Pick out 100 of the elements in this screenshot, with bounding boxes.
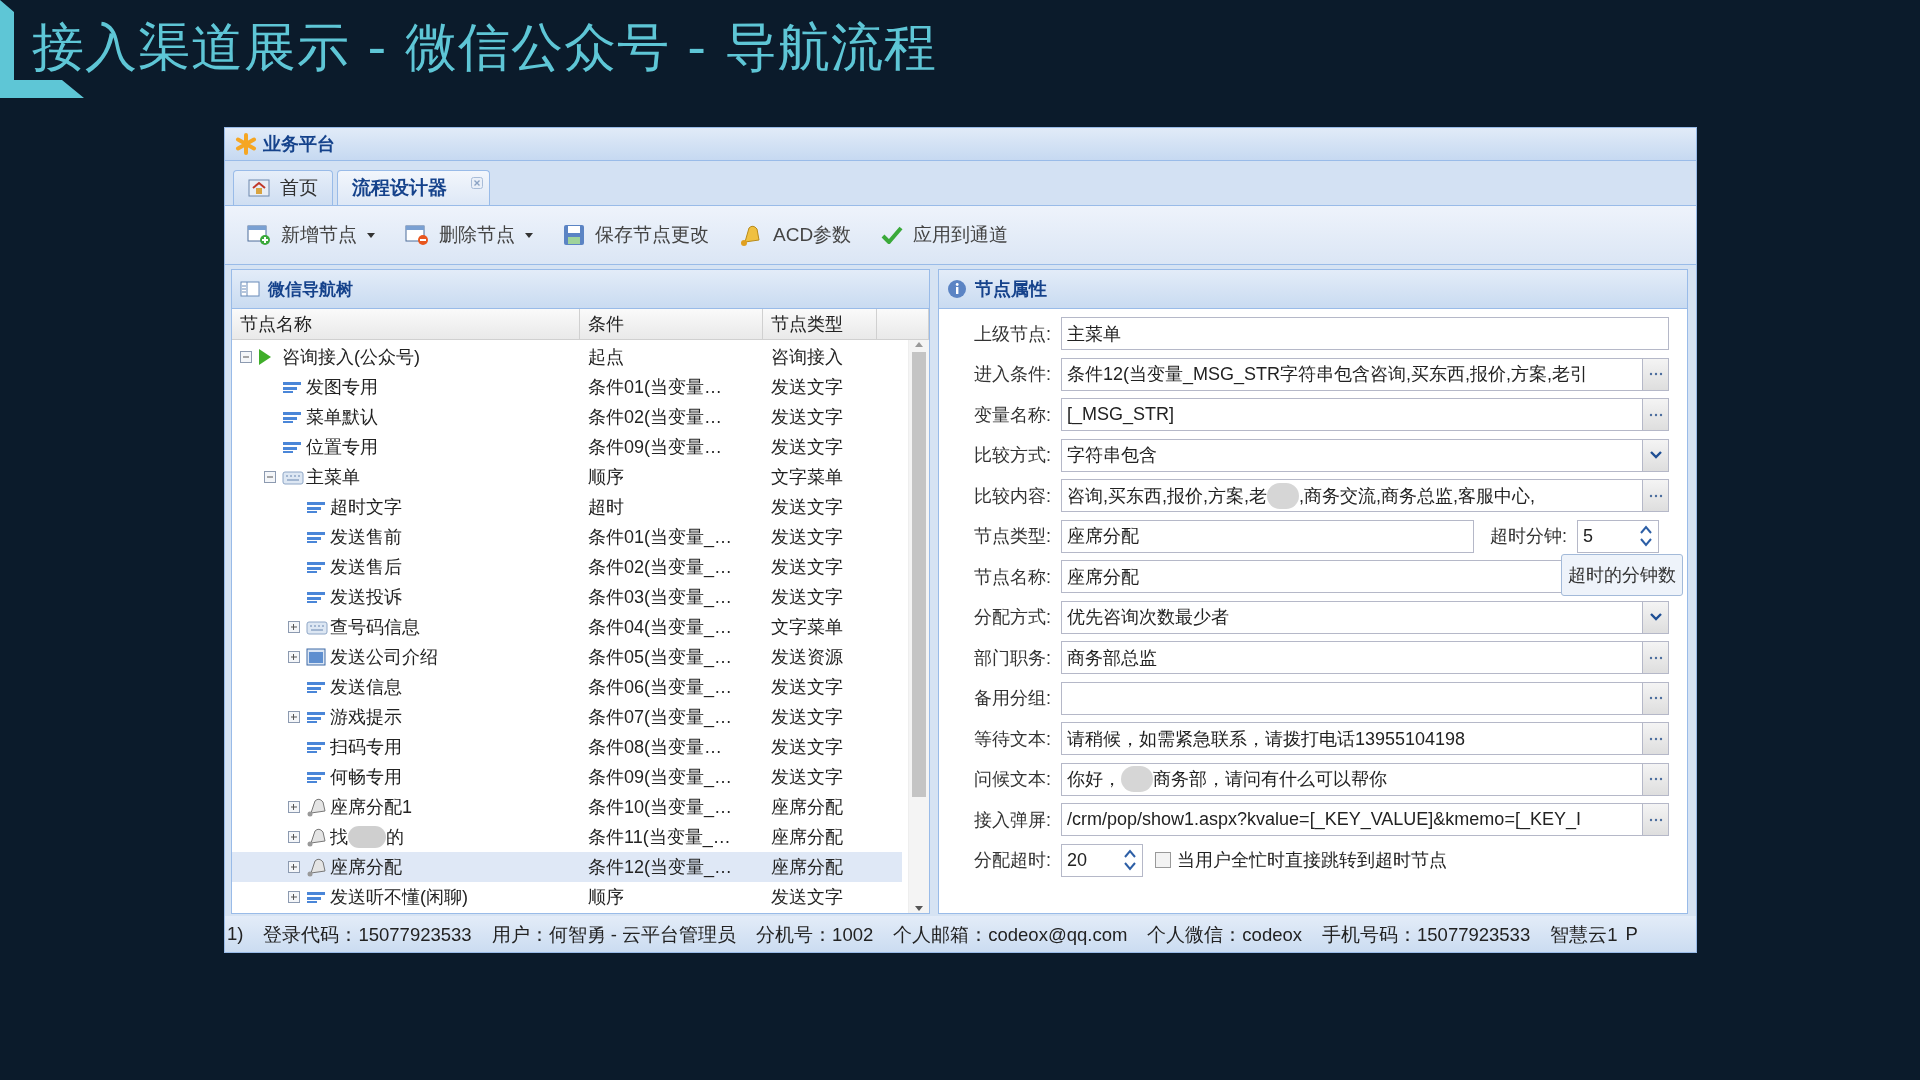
picker-field[interactable]: [_MSG_STR] [1061,398,1669,431]
type-cell-text: 文字菜单 [770,466,844,489]
column-header[interactable]: 节点名称 [232,309,580,339]
toolbar-button[interactable]: 新增节点 [235,218,387,252]
condition-cell-text: 条件01(当变量… [587,376,723,399]
type-cell-text: 发送文字 [770,406,844,429]
browse-button[interactable] [1642,804,1668,835]
node-name[interactable]: 发送公司介绍 [330,645,438,669]
type-cell-text: 发送文字 [770,736,844,759]
type-cell-text: 文字菜单 [770,616,844,639]
browse-button[interactable] [1642,642,1668,673]
type-cell-text: 发送资源 [770,646,844,669]
number-field[interactable]: 20 [1061,843,1143,877]
expand-icon[interactable] [288,621,300,633]
scrollbar-thumb[interactable] [912,352,926,797]
checkbox[interactable] [1155,852,1171,868]
dropdown-field[interactable]: 优先咨询次数最少者 [1061,600,1669,634]
collapse-icon[interactable] [264,471,276,483]
node-name[interactable]: 查号码信息 [330,615,420,639]
toolbar-button[interactable]: ACD参数 [727,218,864,252]
node-name[interactable]: 座席分配1 [330,795,412,819]
status-item: 1) [227,923,244,945]
text-field[interactable]: 主菜单 [1061,317,1669,350]
keyboard-icon [282,469,304,485]
node-name[interactable]: 的 [386,825,404,849]
browse-button[interactable] [1642,723,1668,754]
node-name[interactable]: 何畅专用 [330,765,402,789]
toolbar-button[interactable]: 应用到通道 [869,218,1021,252]
tab[interactable]: 流程设计器 [337,170,490,205]
picker-field[interactable]: 咨询,买东西,报价,方案,老 ,商务交流,商务总监,客服中心, [1061,479,1669,512]
panel-title: 节点属性 [975,278,1047,301]
checkbox-label[interactable]: 当用户全忙时直接跳转到超时节点 [1177,848,1447,872]
node-name[interactable]: 菜单默认 [306,405,378,429]
expand-icon[interactable] [288,651,300,663]
expand-icon[interactable] [288,831,300,843]
type-cell-text: 座席分配 [770,796,844,819]
more-icon [1648,655,1663,660]
browse-button[interactable] [1642,682,1668,714]
node-name[interactable]: 扫码专用 [330,735,402,759]
node-name[interactable]: 超时文字 [330,495,402,519]
node-name[interactable]: 发图专用 [306,375,378,399]
node-name[interactable]: 主菜单 [306,465,360,489]
node-name[interactable]: 发送信息 [330,675,402,699]
status-item: 智慧云1 [1550,922,1618,947]
picker-field[interactable] [1061,681,1669,715]
condition-cell-text: 条件02(当变量_… [587,556,734,579]
selected-row[interactable]: 座席分配 条件12(当变量_… 座席分配 [232,852,902,882]
picker-field[interactable]: 商务部总监 [1061,641,1669,674]
expand-icon[interactable] [288,711,300,723]
node-name[interactable]: 咨询接入(公众号) [282,345,420,369]
dropdown-button[interactable] [1642,439,1668,471]
toolbar-button[interactable]: 保存节点更改 [551,218,721,252]
number-field[interactable]: 5 [1577,519,1659,553]
expand-icon[interactable] [288,801,300,813]
text-icon [306,710,326,724]
condition-cell-text: 条件09(当变量… [587,436,723,459]
text-field[interactable]: 座席分配 [1061,519,1474,553]
text-icon [306,560,326,574]
node-name[interactable]: 游戏提示 [330,705,402,729]
text-icon [306,890,326,904]
type-cell-text: 发送文字 [770,556,844,579]
picker-field[interactable]: 条件12(当变量_MSG_STR字符串包含咨询,买东西,报价,方案,老引 [1061,357,1669,391]
expand-icon[interactable] [288,891,300,903]
node-name[interactable]: 找 [330,825,348,849]
tab[interactable]: 首页 [233,170,333,205]
panel-title: 微信导航树 [268,278,353,301]
condition-cell-text: 条件10(当变量_… [587,796,734,819]
chevron-down-icon [1649,451,1662,459]
scroll-down-icon[interactable] [914,905,924,913]
node-name[interactable]: 发送投诉 [330,585,402,609]
status-item: 个人微信：codeox [1147,922,1302,947]
node-name[interactable]: 发送售后 [330,555,402,579]
status-item: P [1625,923,1638,945]
browse-button[interactable] [1642,358,1668,390]
column-header[interactable]: 条件 [580,309,763,339]
field-value: 咨询,买东西,报价,方案,老 [1067,484,1267,508]
browse-button[interactable] [1642,763,1668,795]
window-add-icon [247,224,271,246]
dropdown-field[interactable]: 字符串包含 [1061,438,1669,472]
browse-button[interactable] [1642,480,1668,511]
column-header[interactable]: 节点类型 [763,309,877,339]
node-name[interactable]: 发送售前 [330,525,402,549]
more-icon [1648,777,1663,781]
field-label: 变量名称: [973,403,1052,427]
node-name[interactable]: 座席分配 [330,855,402,879]
close-icon[interactable] [471,177,483,189]
field-value: /crm/pop/show1.aspx?kvalue=[_KEY_VALUE]&kmemo=[_KEY_I [1067,809,1581,830]
picker-field[interactable]: 你好， 商务部，请问有什么可以帮你 [1061,762,1669,796]
more-icon [1648,696,1663,700]
info-icon [947,279,967,299]
browse-button[interactable] [1642,399,1668,430]
dropdown-button[interactable] [1642,601,1668,633]
node-name[interactable]: 位置专用 [306,435,378,459]
chevron-down-icon [1649,613,1662,621]
toolbar-button[interactable]: 删除节点 [393,218,545,252]
picker-field[interactable]: /crm/pop/show1.aspx?kvalue=[_KEY_VALUE]&kmemo=[_KEY_I [1061,803,1669,836]
picker-field[interactable]: 请稍候，如需紧急联系，请拨打电话13955104198 [1061,722,1669,755]
collapse-icon[interactable] [240,351,252,363]
node-name[interactable]: 发送听不懂(闲聊) [330,885,468,909]
expand-icon[interactable] [288,861,300,873]
